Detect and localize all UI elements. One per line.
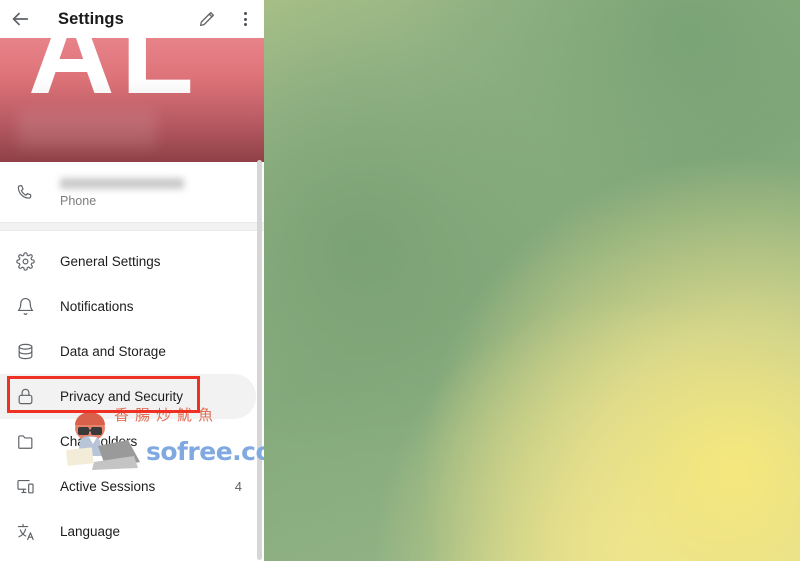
sidebar-item-privacy-and-security[interactable]: Privacy and Security (0, 374, 256, 419)
sidebar-item-label: Language (60, 524, 121, 539)
sidebar-item-chat-folders[interactable]: Chat Folders (0, 419, 264, 464)
phone-icon (16, 183, 60, 202)
translate-icon (16, 522, 60, 542)
sidebar-item-general-settings[interactable]: General Settings (0, 239, 264, 284)
sidebar-item-language[interactable]: Language (0, 509, 264, 554)
gear-icon (16, 252, 60, 271)
active-sessions-count: 4 (234, 479, 242, 494)
sidebar-item-label: Data and Storage (60, 344, 166, 359)
more-vertical-icon (243, 12, 247, 26)
arrow-left-icon (9, 8, 31, 30)
profile-name-redacted (18, 110, 156, 148)
page-title: Settings (58, 9, 124, 28)
sidebar-item-active-sessions[interactable]: Active Sessions 4 (0, 464, 264, 509)
phone-row[interactable]: Phone (0, 162, 264, 222)
overflow-menu-button[interactable] (226, 0, 264, 38)
profile-banner[interactable]: AL (0, 38, 264, 162)
sidebar-item-label: Chat Folders (60, 434, 138, 449)
settings-panel: Settings AL Phone General Settings Notif… (0, 0, 264, 561)
back-button[interactable] (0, 0, 40, 38)
sidebar-item-data-and-storage[interactable]: Data and Storage (0, 329, 264, 374)
pencil-icon (198, 10, 216, 28)
sidebar-item-notifications[interactable]: Notifications (0, 284, 264, 329)
sidebar-item-label: Notifications (60, 299, 134, 314)
sidebar-item-label: General Settings (60, 254, 161, 269)
profile-initials: AL (28, 38, 200, 112)
settings-menu-list: General Settings Notifications Data and … (0, 231, 264, 554)
sidebar-item-label: Privacy and Security (60, 389, 184, 404)
sidebar-item-label: Active Sessions (60, 479, 156, 494)
section-divider (0, 222, 264, 231)
edit-profile-button[interactable] (188, 0, 226, 38)
devices-icon (16, 477, 60, 496)
app-bar: Settings (0, 0, 264, 38)
phone-label: Phone (60, 194, 97, 208)
lock-icon (16, 387, 60, 406)
phone-texts: Phone (60, 176, 184, 208)
database-icon (16, 342, 60, 361)
vertical-scrollbar[interactable] (257, 160, 262, 560)
phone-number-redacted (60, 178, 184, 189)
bell-icon (16, 297, 60, 316)
folder-icon (16, 432, 60, 451)
